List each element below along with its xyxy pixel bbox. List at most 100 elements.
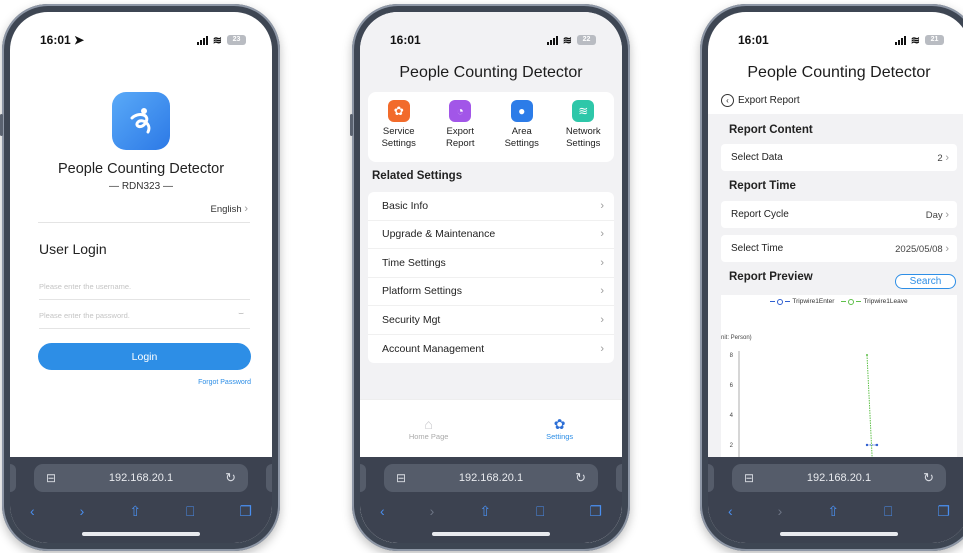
bookmarks-icon[interactable]: ⎕ (536, 503, 544, 520)
y-tick-label: 2 (730, 443, 734, 449)
share-icon[interactable]: ⇧ (827, 503, 839, 520)
related-settings-heading: Related Settings (372, 170, 463, 182)
battery-icon: 22 (577, 35, 596, 45)
select-time-row[interactable]: Select Time 2025/05/08 › (721, 235, 957, 262)
page-menu-icon[interactable]: ⊟ (46, 471, 56, 485)
quick-area-settings[interactable]: ● Area Settings (493, 100, 551, 162)
select-data-row[interactable]: Select Data 2 › (721, 144, 957, 171)
chart-plot: 86420 (730, 351, 879, 475)
browser-nav: ‹ › ⇧ ⎕ ❐ (728, 501, 950, 521)
back-arrow-icon: ‹ (721, 94, 734, 107)
report-cycle-row[interactable]: Report Cycle Day › (721, 201, 957, 228)
status-icons: ≋ 22 (546, 34, 596, 47)
url-text: 192.168.20.1 (806, 472, 872, 484)
phone-settings: 16:01 ≋ 22 People Counting Detector ✿ Se… (350, 4, 630, 551)
y-tick-label: 4 (730, 413, 734, 419)
settings-item-basic-info[interactable]: Basic Info › (368, 192, 614, 221)
search-button[interactable]: Search (895, 274, 956, 289)
status-time: 16:01 (738, 33, 769, 47)
home-indicator (780, 532, 898, 536)
report-preview-heading: Report Preview (729, 271, 813, 283)
chevron-right-icon: › (600, 228, 604, 241)
settings-item-account[interactable]: Account Management › (368, 335, 614, 364)
login-screen: 16:01 ➤ ≋ 23 People Counting Detector — … (10, 12, 272, 543)
status-bar: 16:01 ≋ 21 (708, 12, 963, 58)
settings-screen: 16:01 ≋ 22 People Counting Detector ✿ Se… (360, 12, 622, 543)
language-selector[interactable]: English › (211, 203, 248, 215)
forgot-password-link[interactable]: Forgot Password (198, 379, 251, 386)
settings-item-time[interactable]: Time Settings › (368, 249, 614, 278)
status-icons: ≋ 23 (196, 34, 246, 47)
chevron-right-icon: › (945, 151, 949, 164)
location-arrow-icon: ➤ (74, 33, 85, 47)
address-bar[interactable]: ⊟ 192.168.20.1 ↻ (34, 464, 248, 492)
chevron-right-icon: › (945, 208, 949, 221)
data-point-leave (866, 354, 868, 356)
quick-service-settings[interactable]: ✿ Service Settings (370, 100, 428, 162)
forward-icon[interactable]: › (778, 503, 783, 519)
tab-settings[interactable]: ✿ Settings (546, 416, 573, 441)
settings-item-upgrade[interactable]: Upgrade & Maintenance › (368, 221, 614, 249)
url-text: 192.168.20.1 (108, 472, 174, 484)
back-icon[interactable]: ‹ (380, 503, 385, 519)
page-menu-icon[interactable]: ⊟ (744, 471, 754, 485)
browser-nav: ‹ › ⇧ ⎕ ❐ (30, 501, 252, 521)
eye-closed-icon[interactable]: ⌣ (238, 308, 244, 319)
chevron-right-icon: › (600, 342, 604, 355)
prev-tab-stub[interactable] (360, 464, 366, 492)
quick-export-report[interactable]: ◔ Export Report (431, 100, 489, 162)
forward-icon[interactable]: › (80, 503, 85, 519)
browser-toolbar: ⊟ 192.168.20.1 ↻ ‹ › ⇧ ⎕ ❐ (360, 457, 622, 543)
side-button (350, 114, 353, 136)
tabs-icon[interactable]: ❐ (239, 503, 252, 520)
bookmarks-icon[interactable]: ⎕ (186, 503, 194, 520)
home-indicator (82, 532, 200, 536)
divider (38, 222, 250, 223)
reload-icon[interactable]: ↻ (923, 470, 934, 486)
reload-icon[interactable]: ↻ (575, 470, 586, 486)
back-icon[interactable]: ‹ (30, 503, 35, 519)
status-bar: 16:01 ➤ ≋ 23 (10, 12, 272, 58)
browser-toolbar: ⊟ 192.168.20.1 ↻ ‹ › ⇧ ⎕ ❐ (708, 457, 963, 543)
password-input[interactable] (39, 303, 250, 329)
address-bar[interactable]: ⊟ 192.168.20.1 ↻ (384, 464, 598, 492)
tab-home[interactable]: ⌂ Home Page (409, 416, 449, 441)
side-button (0, 114, 3, 136)
prev-tab-stub[interactable] (10, 464, 16, 492)
wifi-icon: ≋ (562, 34, 572, 47)
page-menu-icon[interactable]: ⊟ (396, 471, 406, 485)
bookmarks-icon[interactable]: ⎕ (884, 503, 892, 520)
pie-chart-icon: ◔ (449, 100, 472, 122)
address-bar[interactable]: ⊟ 192.168.20.1 ↻ (732, 464, 946, 492)
chevron-right-icon: › (244, 203, 248, 215)
share-icon[interactable]: ⇧ (479, 503, 491, 520)
next-tab-stub[interactable] (266, 464, 272, 492)
settings-item-security[interactable]: Security Mgt › (368, 306, 614, 335)
signal-icon (546, 35, 558, 45)
map-pin-icon: ● (510, 100, 533, 122)
share-icon[interactable]: ⇧ (129, 503, 141, 520)
gear-icon: ✿ (387, 100, 410, 122)
reload-icon[interactable]: ↻ (225, 470, 236, 486)
status-time: 16:01 (390, 33, 421, 47)
quick-network-settings[interactable]: ≋ Network Settings (554, 100, 612, 162)
username-input[interactable] (39, 274, 250, 300)
data-point-enter (865, 443, 869, 447)
page-title: People Counting Detector (399, 64, 583, 81)
back-button[interactable]: ‹ Export Report (721, 94, 800, 107)
next-tab-stub[interactable] (616, 464, 622, 492)
battery-icon: 23 (227, 35, 246, 45)
tabs-icon[interactable]: ❐ (937, 503, 950, 520)
y-tick-label: 8 (730, 353, 734, 359)
settings-list: Basic Info › Upgrade & Maintenance › Time … (368, 192, 614, 363)
forward-icon[interactable]: › (430, 503, 435, 519)
prev-tab-stub[interactable] (708, 464, 714, 492)
report-content-heading: Report Content (729, 124, 813, 136)
url-text: 192.168.20.1 (458, 472, 524, 484)
login-button[interactable]: Login (38, 343, 251, 370)
tab-bar: ⌂ Home Page ✿ Settings (360, 399, 622, 457)
gear-icon: ✿ (553, 416, 566, 432)
back-icon[interactable]: ‹ (728, 503, 733, 519)
tabs-icon[interactable]: ❐ (589, 503, 602, 520)
settings-item-platform[interactable]: Platform Settings › (368, 278, 614, 306)
